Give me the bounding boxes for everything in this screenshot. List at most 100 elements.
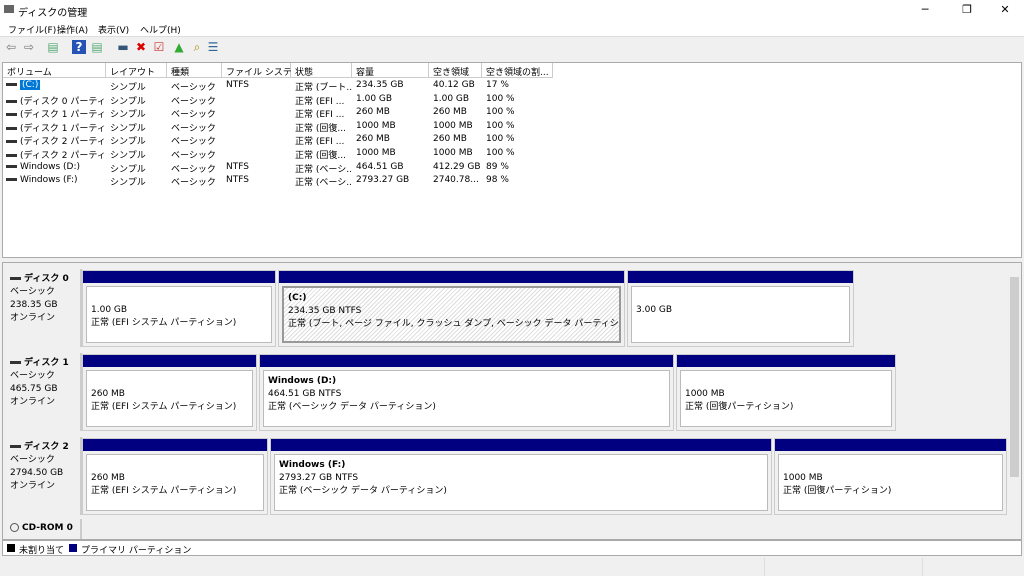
cell: シンプル [110, 96, 146, 107]
table-row[interactable]: Windows (D:) シンプル ベーシック NTFS 正常 (ベーシ... 464.5… [3, 161, 1021, 175]
table-row[interactable]: (ディスク 2 パーティショ... シンプル ベーシック 正常 (EFI ... 260… [3, 133, 1021, 147]
disk-name: ディスク 1 [24, 358, 69, 368]
menu-help[interactable]: ヘルプ(H) [140, 23, 181, 36]
column-header[interactable]: 容量 [352, 63, 429, 78]
cell: Windows (F:) [20, 175, 78, 186]
partition-size: 464.51 GB NTFS [268, 389, 342, 399]
disk-size: 238.35 GB [10, 300, 58, 310]
volume-icon [6, 99, 17, 103]
table-row[interactable]: (ディスク 0 パーティショ... シンプル ベーシック 正常 (EFI ... 1.0… [3, 93, 1021, 107]
connect-disk-icon[interactable]: ▬ [116, 40, 130, 54]
partition[interactable]: (C:) 234.35 GB NTFS 正常 (ブート, ページ ファイル, ク… [278, 270, 625, 347]
cell: 正常 (回復... [295, 123, 346, 134]
show-hide-console-tree-icon[interactable]: ▤ [46, 40, 60, 54]
partition[interactable]: Windows (F:) 2793.27 GB NTFS 正常 (ベーシック デ… [270, 438, 772, 515]
back-icon[interactable]: ⇦ [4, 40, 18, 54]
table-row[interactable]: (ディスク 2 パーティショ... シンプル ベーシック 正常 (回復... 1000 … [3, 147, 1021, 161]
column-header[interactable]: ファイル システム [222, 63, 301, 78]
partition[interactable]: 3.00 GB [627, 270, 854, 347]
table-row[interactable]: (C:) シンプル ベーシック NTFS 正常 (ブート... 234.35 GB 40.1… [3, 79, 1021, 93]
column-header[interactable]: ボリューム [3, 63, 106, 78]
column-header[interactable]: 空き領域の割... [482, 63, 553, 78]
disk-type: ベーシック [10, 287, 55, 297]
cell: 464.51 GB [356, 161, 404, 172]
disk-label[interactable]: ディスク 1 ベーシック 465.75 GB オンライン [6, 353, 82, 431]
partition-title: Windows (F:) [279, 460, 346, 470]
cdrom-icon [10, 523, 19, 532]
cell: ベーシック [171, 83, 216, 93]
cell: 89 % [486, 161, 509, 172]
column-header[interactable]: 状態 [291, 63, 352, 78]
volume-icon [6, 113, 17, 117]
cell: NTFS [226, 80, 249, 90]
folder-up-icon[interactable]: ▲ [172, 40, 186, 54]
forward-icon[interactable]: ⇨ [22, 40, 36, 54]
partition-type-bar [83, 271, 275, 283]
partition[interactable]: 1000 MB 正常 (回復パーティション) [676, 354, 896, 431]
partition-size: 1000 MB [783, 473, 823, 483]
partition-status: 正常 (EFI システム パーティション) [91, 318, 237, 328]
disk-size: 465.75 GB [10, 384, 58, 394]
cell: 234.35 GB [356, 80, 404, 90]
cell: ベーシック [171, 123, 216, 134]
title-bar: ディスクの管理 ─ ❐ ✕ [0, 0, 1024, 20]
cell: 100 % [486, 134, 515, 145]
disk-name: ディスク 0 [24, 274, 69, 284]
cell: ベーシック [171, 137, 216, 148]
disk-type: ベーシック [10, 371, 55, 381]
scrollbar-thumb[interactable] [1010, 277, 1019, 477]
cdrom-label[interactable]: CD-ROM 0 [6, 519, 82, 539]
cell: 40.12 GB [433, 80, 475, 90]
menu-view[interactable]: 表示(V) [98, 23, 129, 36]
folder-search-icon[interactable]: ⌕ [190, 40, 204, 54]
disk-label[interactable]: ディスク 2 ベーシック 2794.50 GB オンライン [6, 437, 82, 515]
cell: 1000 MB [433, 120, 473, 131]
cell: シンプル [110, 137, 146, 148]
menu-action[interactable]: 操作(A) [57, 23, 88, 36]
close-button[interactable]: ✕ [990, 0, 1020, 20]
disk-status: オンライン [10, 313, 56, 323]
help-icon[interactable]: ? [72, 40, 86, 54]
menu-file[interactable]: ファイル(F) [8, 23, 56, 36]
list-view-icon[interactable]: ☰ [206, 40, 220, 54]
column-header[interactable]: 種類 [167, 63, 222, 78]
disk-management-app-icon [4, 5, 14, 13]
partition[interactable]: 1.00 GB 正常 (EFI システム パーティション) [82, 270, 276, 347]
table-row[interactable]: Windows (F:) シンプル ベーシック NTFS 正常 (ベーシ... 2793.… [3, 174, 1021, 188]
volume-icon [6, 178, 17, 182]
partition[interactable]: 260 MB 正常 (EFI システム パーティション) [82, 354, 257, 431]
partition-type-bar [83, 439, 267, 451]
cell: 1000 MB [433, 148, 473, 158]
cell: Windows (D:) [20, 161, 81, 172]
cell: 1.00 GB [356, 93, 393, 104]
volume-list: ボリューム レイアウト 種類 ファイル システム 状態 容量 空き領域 空き領域の割... (C… [2, 62, 1022, 258]
disk-label[interactable]: ディスク 0 ベーシック 238.35 GB オンライン [6, 269, 82, 347]
disk-icon [10, 445, 21, 448]
partition[interactable]: Windows (D:) 464.51 GB NTFS 正常 (ベーシック デー… [259, 354, 674, 431]
cell: (C:) [20, 80, 41, 90]
column-header[interactable]: 空き領域 [429, 63, 482, 78]
table-row[interactable]: (ディスク 1 パーティショ... シンプル ベーシック 正常 (回復... 1000 … [3, 120, 1021, 134]
partition[interactable]: 1000 MB 正常 (回復パーティション) [774, 438, 1007, 515]
show-action-pane-icon[interactable]: ▤ [90, 40, 104, 54]
partition-status: 正常 (EFI システム パーティション) [91, 486, 237, 496]
cell: 100 % [486, 148, 515, 158]
minimize-button[interactable]: ─ [910, 0, 940, 20]
partition-size: 260 MB [91, 389, 125, 399]
partition[interactable]: 260 MB 正常 (EFI システム パーティション) [82, 438, 268, 515]
properties-check-icon[interactable]: ☑ [152, 40, 166, 54]
table-row[interactable]: (ディスク 1 パーティショ... シンプル ベーシック 正常 (EFI ... 260… [3, 106, 1021, 120]
disk-status: オンライン [10, 397, 56, 407]
disk-icon [10, 277, 21, 280]
delete-icon[interactable]: ✖ [134, 40, 148, 54]
cell: 正常 (ベーシ... [295, 164, 352, 175]
cell: 17 % [486, 80, 509, 90]
maximize-button[interactable]: ❐ [952, 0, 982, 20]
column-header[interactable]: レイアウト [106, 63, 167, 78]
partition-title: Windows (D:) [268, 376, 337, 386]
vertical-scrollbar[interactable] [1009, 265, 1020, 521]
menu-bar: ファイル(F) 操作(A) 表示(V) ヘルプ(H) [0, 20, 1024, 37]
cell: 2793.27 GB [356, 175, 410, 186]
volume-icon [6, 154, 17, 157]
cell: ベーシック [171, 96, 216, 107]
